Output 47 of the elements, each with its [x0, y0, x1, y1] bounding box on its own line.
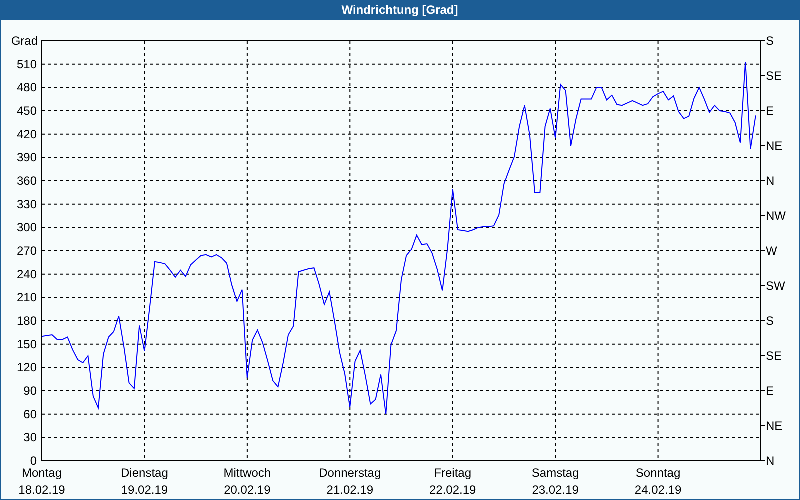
y-tick-label: 120	[16, 360, 37, 375]
day-label: Dienstag	[121, 466, 168, 480]
y-tick-label: 60	[24, 407, 37, 422]
y-tick-label: 270	[16, 244, 37, 258]
date-label: 23.02.19	[532, 483, 579, 497]
compass-tick-label: N	[766, 454, 775, 468]
y-tick-label: 450	[16, 104, 37, 118]
date-label: 24.02.19	[634, 483, 682, 497]
day-label: Freitag	[434, 466, 472, 480]
compass-tick-label: NE	[766, 419, 783, 433]
y-axis-title: Grad	[11, 34, 38, 48]
y-tick-label: 210	[16, 290, 37, 305]
y-tick-label: 360	[16, 174, 37, 188]
day-label: Mittwoch	[224, 466, 272, 480]
y-tick-label: 90	[24, 384, 37, 398]
compass-tick-label: W	[766, 244, 778, 258]
date-label: 19.02.19	[121, 483, 168, 497]
y-tick-label: 0	[30, 454, 37, 468]
date-label: 22.02.19	[430, 483, 476, 497]
day-label: Sonntag	[636, 466, 681, 480]
date-label: 20.02.19	[224, 483, 271, 497]
window-title: Windrichtung [Grad]	[342, 2, 458, 19]
y-tick-label: 240	[16, 267, 37, 282]
y-tick-label: 390	[16, 150, 37, 165]
compass-tick-label: S	[766, 34, 774, 48]
y-tick-label: 30	[24, 430, 37, 445]
y-tick-label: 300	[16, 220, 37, 235]
compass-tick-label: SE	[766, 69, 782, 83]
compass-tick-label: E	[766, 104, 774, 118]
y-tick-label: 180	[16, 314, 37, 328]
compass-tick-label: SE	[766, 349, 782, 363]
y-tick-label: 330	[16, 197, 37, 212]
compass-tick-label: NW	[766, 209, 786, 223]
date-label: 18.02.19	[18, 483, 66, 497]
compass-tick-label: NE	[766, 139, 783, 153]
compass-tick-label: S	[766, 314, 774, 328]
day-label: Montag	[22, 466, 62, 480]
compass-tick-label: E	[766, 384, 774, 398]
date-label: 21.02.19	[326, 483, 374, 497]
compass-tick-label: SW	[766, 279, 786, 293]
day-label: Samstag	[532, 466, 580, 480]
y-tick-label: 420	[16, 127, 37, 142]
y-tick-label: 150	[16, 337, 37, 352]
day-label: Donnerstag	[319, 466, 382, 480]
y-tick-label: 510	[16, 57, 37, 72]
compass-tick-label: N	[766, 174, 775, 188]
y-tick-label: 480	[16, 80, 37, 95]
